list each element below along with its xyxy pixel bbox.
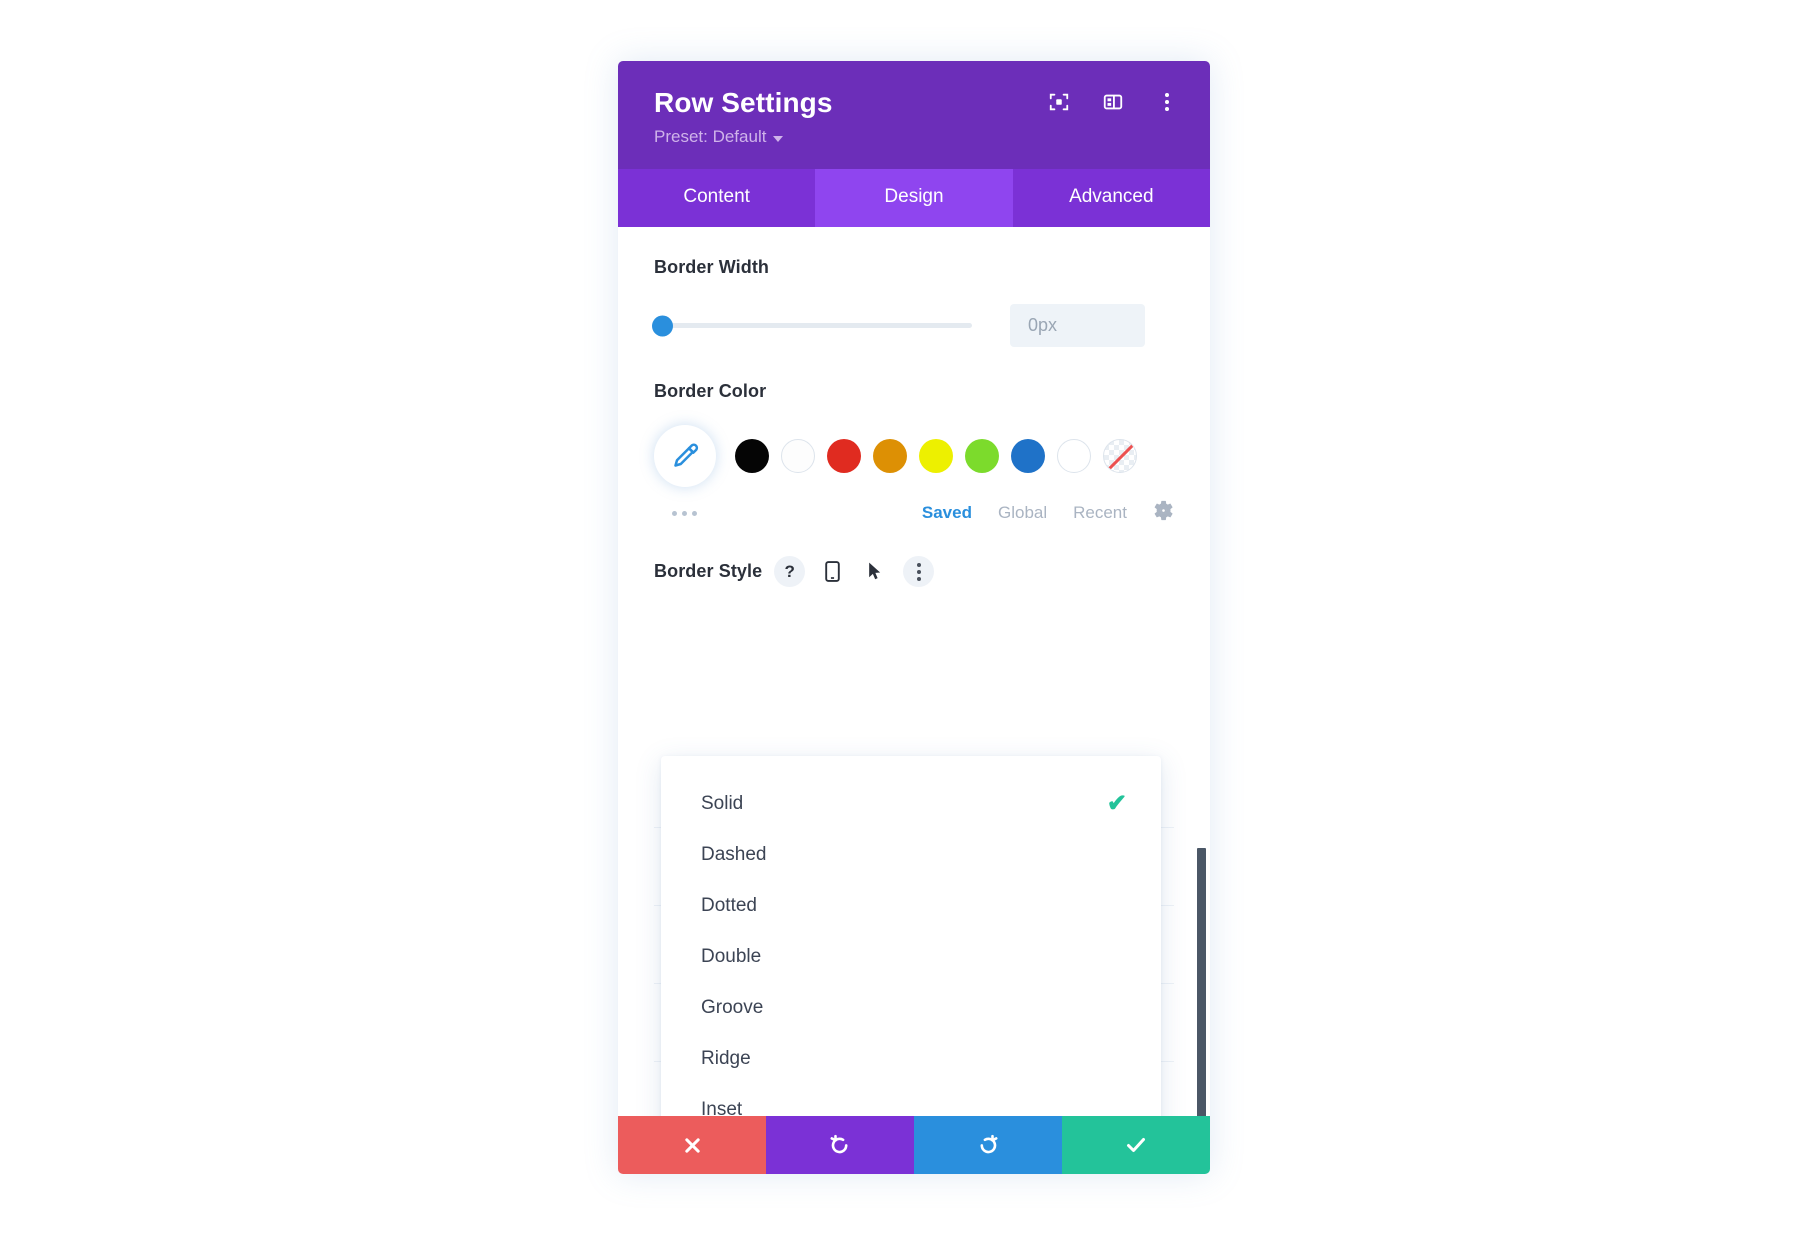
hover-cursor-icon[interactable] <box>860 556 891 587</box>
option-label: Dashed <box>701 843 767 865</box>
swatch-yellow[interactable] <box>919 439 953 474</box>
dropdown-option-solid[interactable]: Solid ✔ <box>661 778 1161 829</box>
slider-handle[interactable] <box>652 315 673 337</box>
header-icon-group <box>1048 91 1178 113</box>
swatch-green[interactable] <box>965 439 999 474</box>
border-style-label: Border Style <box>654 561 763 582</box>
dropdown-option-inset[interactable]: Inset <box>661 1084 1161 1116</box>
dropdown-option-ridge[interactable]: Ridge <box>661 1033 1161 1084</box>
tab-advanced[interactable]: Advanced <box>1013 169 1210 227</box>
border-style-dropdown: Solid ✔ Dashed Dotted Double Groove Ridg… <box>661 756 1161 1116</box>
border-width-section: Border Width 0px <box>618 227 1210 348</box>
color-swatch-row <box>654 424 1174 488</box>
screen-canvas: Row Settings Preset: Default Content Des… <box>0 0 1800 1237</box>
option-label: Solid <box>701 792 744 814</box>
panel-scrollbar[interactable] <box>1197 848 1206 1116</box>
responsive-mobile-icon[interactable] <box>817 556 848 587</box>
redo-button[interactable] <box>914 1116 1062 1174</box>
redo-icon <box>980 1134 998 1154</box>
palette-tab-group: Saved Global Recent <box>922 500 1174 526</box>
more-options-icon[interactable] <box>903 556 935 588</box>
swatch-white[interactable] <box>781 439 815 474</box>
dropdown-option-double[interactable]: Double <box>661 931 1161 982</box>
swatch-empty[interactable] <box>1057 439 1091 474</box>
option-label: Inset <box>701 1098 743 1116</box>
swatch-black[interactable] <box>735 439 769 474</box>
border-width-control: 0px <box>652 304 1174 348</box>
border-color-label: Border Color <box>654 381 767 402</box>
focus-icon[interactable] <box>1048 91 1070 113</box>
chevron-down-icon <box>773 135 784 142</box>
eyedropper-icon <box>674 443 699 467</box>
more-colors-icon[interactable] <box>672 510 697 516</box>
preset-selector[interactable]: Preset: Default <box>654 127 784 147</box>
checkmark-icon <box>1127 1138 1145 1152</box>
palette-tab-saved[interactable]: Saved <box>922 503 972 523</box>
more-options-icon[interactable] <box>1156 91 1178 113</box>
swatch-blue[interactable] <box>1011 439 1045 474</box>
panel-footer <box>618 1116 1210 1174</box>
help-icon[interactable]: ? <box>774 556 806 588</box>
border-style-section: Border Style ? <box>618 526 1210 588</box>
border-width-label: Border Width <box>654 257 770 278</box>
eyedropper-button[interactable] <box>654 425 716 488</box>
option-label: Double <box>701 945 762 967</box>
close-icon <box>684 1137 700 1153</box>
undo-button[interactable] <box>766 1116 914 1174</box>
tab-content[interactable]: Content <box>618 169 815 227</box>
border-width-slider[interactable] <box>652 315 972 337</box>
row-settings-panel: Row Settings Preset: Default Content Des… <box>618 61 1210 1174</box>
save-button[interactable] <box>1062 1116 1210 1174</box>
dropdown-option-dashed[interactable]: Dashed <box>661 829 1161 880</box>
swatch-orange[interactable] <box>873 439 907 474</box>
swatch-red[interactable] <box>827 439 861 474</box>
gear-icon[interactable] <box>1153 500 1174 526</box>
border-width-input[interactable]: 0px <box>1010 304 1145 348</box>
tab-bar: Content Design Advanced <box>618 169 1210 228</box>
panel-header: Row Settings Preset: Default <box>618 61 1210 170</box>
option-label: Ridge <box>701 1047 751 1069</box>
settings-body: Border Width 0px Border Color Saved Glob… <box>618 227 1210 1116</box>
palette-tab-recent[interactable]: Recent <box>1073 503 1127 523</box>
swatch-none[interactable] <box>1103 439 1137 474</box>
checkmark-icon: ✔ <box>1106 789 1127 817</box>
option-label: Groove <box>701 996 764 1018</box>
border-color-section: Border Color Saved Global Recent <box>618 347 1210 526</box>
palette-meta-row: Saved Global Recent <box>654 500 1174 526</box>
dropdown-option-dotted[interactable]: Dotted <box>661 880 1161 931</box>
layout-panel-icon[interactable] <box>1102 91 1124 113</box>
cancel-button[interactable] <box>618 1116 766 1174</box>
preset-label: Preset: Default <box>654 127 767 147</box>
palette-tab-global[interactable]: Global <box>998 503 1047 523</box>
tab-design[interactable]: Design <box>815 169 1013 228</box>
undo-icon <box>830 1134 848 1154</box>
option-label: Dotted <box>701 894 757 916</box>
dropdown-option-groove[interactable]: Groove <box>661 982 1161 1033</box>
